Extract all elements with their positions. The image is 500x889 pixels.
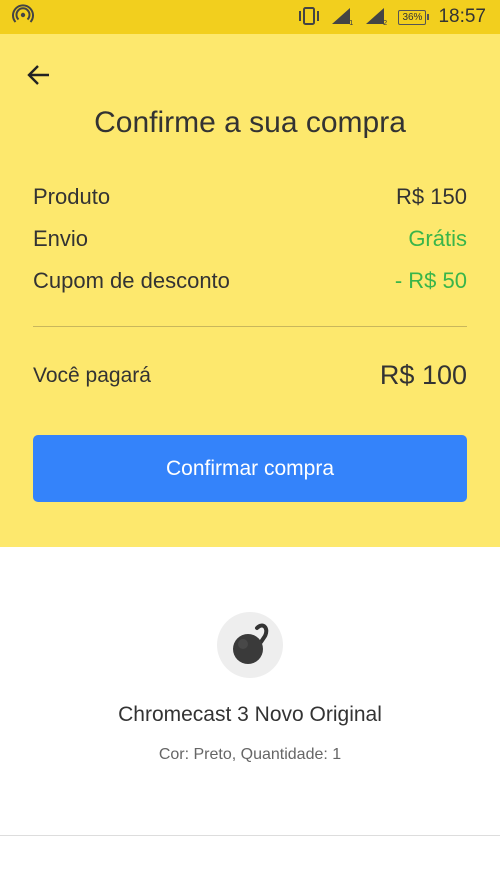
product-card: Chromecast 3 Novo Original Cor: Preto, Q…: [0, 547, 500, 835]
row-value: - R$ 50: [394, 268, 467, 293]
battery-icon: 36%: [398, 9, 430, 25]
product-name: Chromecast 3 Novo Original: [118, 703, 382, 726]
row-label: Produto: [33, 184, 111, 209]
status-time: 18:57: [438, 6, 486, 27]
summary-row-coupon: Cupom de desconto - R$ 50: [33, 268, 467, 294]
row-label: Envio: [33, 226, 89, 251]
divider: [33, 326, 467, 327]
product-image: [217, 612, 283, 678]
total-row: Você pagará R$ 100: [33, 360, 467, 391]
page-title: Confirme a sua compra: [94, 106, 406, 139]
total-value: R$ 100: [379, 360, 467, 390]
signal-icon: 2: [364, 7, 390, 28]
summary-row-shipping: Envio Grátis: [33, 226, 467, 252]
summary-row-product: Produto R$ 150: [33, 184, 467, 210]
signal-icon: 1: [330, 7, 356, 28]
back-arrow-icon: [27, 65, 49, 85]
vibrate-icon: [296, 6, 322, 28]
svg-text:1: 1: [349, 19, 353, 25]
total-label: Você pagará: [33, 363, 151, 387]
svg-text:2: 2: [383, 19, 387, 25]
hotspot-icon: [12, 3, 34, 31]
row-label: Cupom de desconto: [33, 268, 230, 293]
row-value: Grátis: [408, 226, 467, 251]
divider: [0, 835, 500, 836]
back-button[interactable]: [22, 58, 56, 92]
purchase-summary: Confirme a sua compra Produto R$ 150 Env…: [0, 34, 500, 547]
status-bar: 1 2 36% 18:57: [0, 0, 500, 34]
confirm-purchase-button[interactable]: Confirmar compra: [33, 435, 467, 502]
product-details: Cor: Preto, Quantidade: 1: [158, 746, 342, 763]
row-value: R$ 150: [396, 184, 467, 209]
